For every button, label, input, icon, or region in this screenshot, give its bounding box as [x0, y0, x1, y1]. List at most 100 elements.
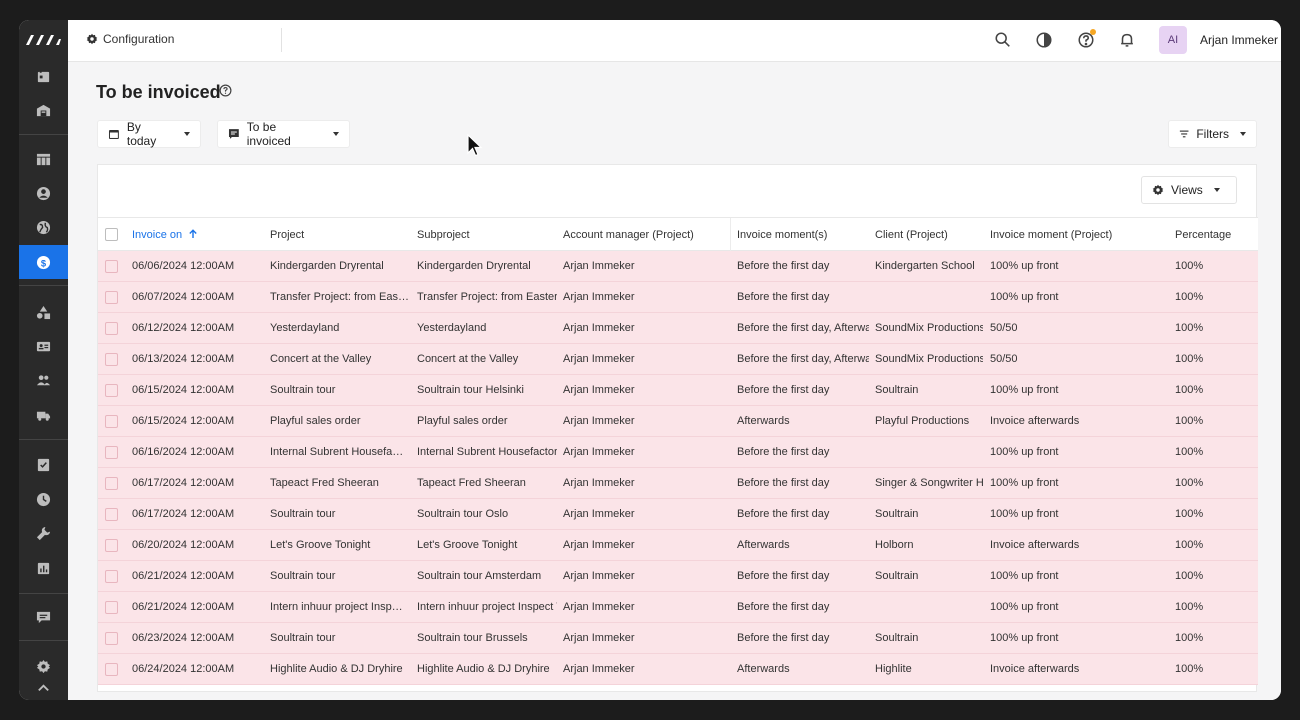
row-checkbox[interactable]: [105, 322, 118, 335]
clipboard-check-nav-icon[interactable]: [19, 447, 68, 481]
clock-nav-icon[interactable]: [19, 482, 68, 516]
filters-button[interactable]: Filters: [1168, 120, 1257, 148]
column-header-subproject[interactable]: Subproject: [417, 229, 470, 241]
table-row[interactable]: 06/17/2024 12:00AM Soultrain tour Soultrai…: [98, 499, 1258, 530]
table-row[interactable]: 06/16/2024 12:00AM Internal Subrent House…: [98, 437, 1258, 468]
cell-project: Soultrain tour: [270, 632, 336, 644]
row-checkbox[interactable]: [105, 601, 118, 614]
cell-percentage: 100%: [1175, 477, 1204, 489]
cell-invoice-on: 06/12/2024 12:00AM: [132, 322, 235, 334]
table-row[interactable]: 06/06/2024 12:00AM Kindergarden Dryrental…: [98, 251, 1258, 282]
select-all-checkbox[interactable]: [105, 228, 118, 241]
table-row[interactable]: 06/12/2024 12:00AM Yesterdayland Yesterday…: [98, 313, 1258, 344]
table-row[interactable]: 06/07/2024 12:00AM Transfer Project: from…: [98, 282, 1258, 313]
cell-project: Transfer Project: from Eas…: [270, 291, 409, 303]
app-logo[interactable]: [25, 33, 61, 47]
table-row[interactable]: 06/13/2024 12:00AM Concert at the Valley C…: [98, 344, 1258, 375]
column-header-invoice-on[interactable]: Invoice on: [132, 229, 198, 241]
table-row[interactable]: 06/21/2024 12:00AM Intern inhuur project …: [98, 592, 1258, 623]
table-row[interactable]: 06/15/2024 12:00AM Soultrain tour Soultrai…: [98, 375, 1258, 406]
collapse-chevron-icon[interactable]: [19, 676, 68, 700]
caret-down-icon: [184, 132, 190, 136]
column-resize-handle[interactable]: [730, 218, 731, 252]
column-header-project[interactable]: Project: [270, 229, 304, 241]
cell-invoice-on: 06/07/2024 12:00AM: [132, 291, 235, 303]
cell-account-manager: Arjan Immeker: [563, 322, 635, 334]
cell-project: Internal Subrent Housefa…: [270, 446, 404, 458]
table-nav-icon[interactable]: [19, 142, 68, 176]
table-row[interactable]: 06/15/2024 12:00AM Playful sales order Pla…: [98, 406, 1258, 437]
table-row[interactable]: 06/17/2024 12:00AM Tapeact Fred Sheeran Ta…: [98, 468, 1258, 499]
invoicing-nav-icon[interactable]: $: [19, 245, 68, 279]
cell-invoice-moment-project: 100% up front: [990, 601, 1059, 613]
caret-down-icon: [1213, 188, 1220, 192]
cell-invoice-moments: Before the first day: [737, 508, 830, 520]
cell-client: Holborn: [875, 539, 914, 551]
shapes-nav-icon[interactable]: [19, 295, 68, 329]
status-filter-dropdown[interactable]: To be invoiced: [217, 120, 350, 148]
row-checkbox[interactable]: [105, 291, 118, 304]
contact-nav-icon[interactable]: [19, 176, 68, 210]
id-card-nav-icon[interactable]: [19, 329, 68, 363]
column-header-invoice-moment-project[interactable]: Invoice moment (Project): [990, 229, 1112, 241]
column-header-invoice-moments[interactable]: Invoice moment(s): [737, 229, 827, 241]
row-checkbox[interactable]: [105, 260, 118, 273]
calendar-nav-icon[interactable]: [19, 59, 68, 93]
cell-percentage: 100%: [1175, 601, 1204, 613]
cell-invoice-moments: Afterwards: [737, 663, 790, 675]
views-label: Views: [1171, 183, 1203, 197]
bell-icon[interactable]: [1116, 29, 1138, 51]
wrench-nav-icon[interactable]: [19, 516, 68, 550]
table-row[interactable]: 06/24/2024 12:00AM Highlite Audio & DJ Dr…: [98, 654, 1258, 685]
help-icon[interactable]: [1075, 29, 1097, 51]
row-checkbox[interactable]: [105, 353, 118, 366]
cell-account-manager: Arjan Immeker: [563, 260, 635, 272]
views-button[interactable]: Views: [1141, 176, 1237, 204]
row-checkbox[interactable]: [105, 508, 118, 521]
cell-invoice-on: 06/20/2024 12:00AM: [132, 539, 235, 551]
cell-invoice-on: 06/17/2024 12:00AM: [132, 477, 235, 489]
cell-percentage: 100%: [1175, 322, 1204, 334]
column-header-client[interactable]: Client (Project): [875, 229, 948, 241]
theme-toggle-icon[interactable]: [1033, 29, 1055, 51]
chat-nav-icon[interactable]: [19, 600, 68, 634]
table-row[interactable]: 06/20/2024 12:00AM Let's Groove Tonight Le…: [98, 530, 1258, 561]
avatar[interactable]: AI: [1159, 26, 1187, 54]
user-name[interactable]: Arjan Immeker: [1200, 33, 1278, 47]
page-title: To be invoiced: [96, 82, 221, 102]
cell-invoice-moments: Afterwards: [737, 539, 790, 551]
row-checkbox[interactable]: [105, 570, 118, 583]
question-circle-icon[interactable]: [219, 84, 232, 97]
cell-invoice-on: 06/16/2024 12:00AM: [132, 446, 235, 458]
cell-client: Soultrain: [875, 570, 919, 582]
cell-project: Yesterdayland: [270, 322, 340, 334]
row-checkbox[interactable]: [105, 539, 118, 552]
cell-subproject: Soultrain tour Helsinki: [417, 384, 524, 396]
warehouse-nav-icon[interactable]: [19, 93, 68, 127]
row-checkbox[interactable]: [105, 415, 118, 428]
column-header-account-manager[interactable]: Account manager (Project): [563, 229, 694, 241]
date-filter-dropdown[interactable]: By today: [97, 120, 201, 148]
row-checkbox[interactable]: [105, 632, 118, 645]
svg-text:$: $: [41, 258, 47, 268]
row-checkbox[interactable]: [105, 477, 118, 490]
table-row[interactable]: 06/23/2024 12:00AM Soultrain tour Soultrai…: [98, 623, 1258, 654]
truck-nav-icon[interactable]: [19, 398, 68, 432]
sidebar: $: [19, 20, 68, 700]
row-checkbox[interactable]: [105, 446, 118, 459]
globe-nav-icon[interactable]: [19, 210, 68, 244]
column-header-percentage[interactable]: Percentage: [1175, 229, 1231, 241]
users-nav-icon[interactable]: [19, 363, 68, 397]
breadcrumb[interactable]: Configuration: [86, 32, 174, 46]
row-checkbox[interactable]: [105, 384, 118, 397]
cell-subproject: Yesterdayland: [417, 322, 487, 334]
search-icon[interactable]: [992, 29, 1014, 51]
cell-percentage: 100%: [1175, 508, 1204, 520]
cell-invoice-on: 06/15/2024 12:00AM: [132, 415, 235, 427]
row-checkbox[interactable]: [105, 663, 118, 676]
calendar-icon: [108, 130, 119, 139]
report-nav-icon[interactable]: [19, 551, 68, 585]
table-row[interactable]: 06/21/2024 12:00AM Soultrain tour Soultrai…: [98, 561, 1258, 592]
cell-client: Highlite: [875, 663, 912, 675]
cell-percentage: 100%: [1175, 539, 1204, 551]
